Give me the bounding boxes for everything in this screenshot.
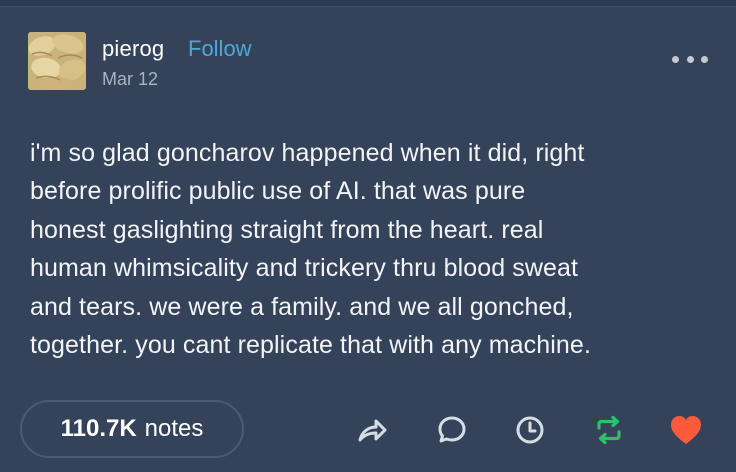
- post-actions: [0, 410, 736, 450]
- post-date: Mar 12: [102, 69, 159, 89]
- post-body: i'm so glad goncharov happened when it d…: [30, 134, 720, 364]
- post-body-line: human whimsicality and trickery thru blo…: [30, 254, 579, 283]
- author-name[interactable]: pierog: [102, 36, 164, 62]
- top-divider: [0, 0, 736, 7]
- clock-icon[interactable]: [510, 410, 550, 450]
- more-options-icon[interactable]: [672, 52, 708, 66]
- post-body-line: together. you cant replicate that with a…: [30, 331, 591, 360]
- reply-icon[interactable]: [432, 410, 472, 450]
- post-body-line: before prolific public use of AI. that w…: [30, 177, 526, 206]
- heart-icon[interactable]: [666, 410, 706, 450]
- reblog-icon[interactable]: [589, 410, 629, 450]
- post-body-line: honest gaslighting straight from the hea…: [30, 215, 544, 244]
- follow-button[interactable]: Follow: [188, 36, 252, 62]
- share-icon[interactable]: [352, 410, 392, 450]
- post-body-line: i'm so glad goncharov happened when it d…: [30, 139, 585, 167]
- post-body-line: and tears. we were a family. and we all …: [30, 292, 574, 321]
- avatar[interactable]: [28, 32, 86, 90]
- post-header: pierog Follow Mar 12: [28, 30, 718, 94]
